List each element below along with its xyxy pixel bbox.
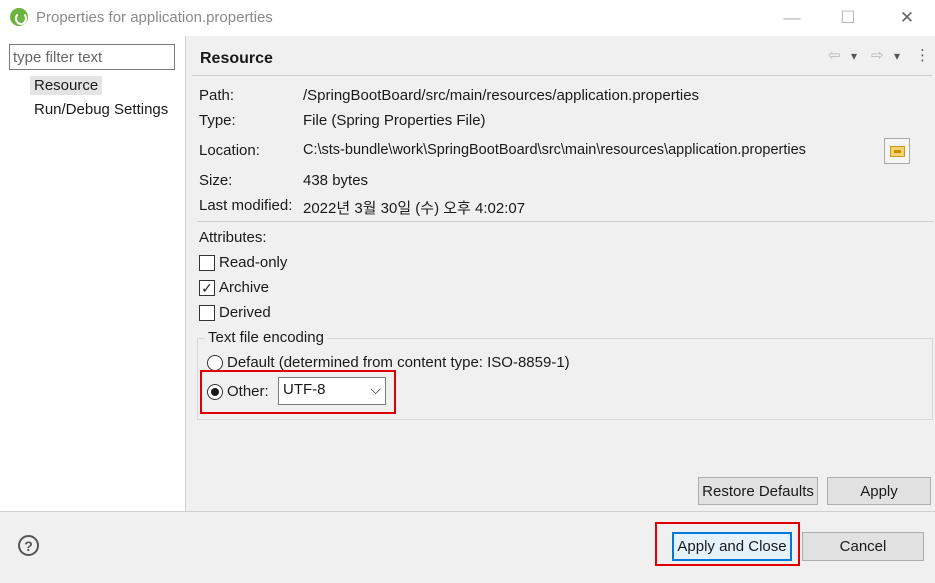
forward-menu-chevron-icon[interactable]: ▾ xyxy=(894,49,900,63)
radio-circle[interactable] xyxy=(207,354,223,371)
back-arrow-icon[interactable]: ⇦ xyxy=(828,46,841,64)
type-label: Type: xyxy=(199,112,236,129)
checkbox-box[interactable]: ✓ xyxy=(199,279,215,296)
last-modified-value: 2022년 3월 30일 (수) 오후 4:02:07 xyxy=(303,200,526,217)
view-menu-icon[interactable]: ⋮ xyxy=(915,46,930,64)
title-separator xyxy=(192,75,932,76)
default-encoding-radio[interactable]: Default (determined from content type: I… xyxy=(207,354,570,371)
derived-checkbox[interactable]: Derived xyxy=(199,304,271,321)
sidebar-item-resource[interactable]: Resource xyxy=(30,76,103,95)
window-title: Properties for application.properties xyxy=(36,9,273,26)
minimize-button[interactable]: — xyxy=(769,0,815,36)
back-menu-chevron-icon[interactable]: ▾ xyxy=(851,49,857,63)
filter-input[interactable] xyxy=(9,44,175,70)
default-encoding-label: Default (determined from content type: I… xyxy=(227,354,570,371)
attributes-label: Attributes: xyxy=(199,229,267,246)
apply-button[interactable]: Apply xyxy=(827,477,931,505)
size-value: 438 bytes xyxy=(303,172,369,189)
show-in-explorer-button[interactable] xyxy=(884,138,910,164)
spring-leaf-icon xyxy=(10,8,28,26)
read-only-checkbox[interactable]: Read-only xyxy=(199,254,287,271)
path-value: /SpringBootBoard/src/main/resources/appl… xyxy=(303,87,700,104)
derived-label: Derived xyxy=(219,304,271,321)
highlight-box-encoding xyxy=(200,370,396,414)
help-icon[interactable]: ? xyxy=(18,535,39,556)
read-only-label: Read-only xyxy=(219,254,288,271)
text-encoding-group-label: Text file encoding xyxy=(205,329,327,346)
forward-arrow-icon[interactable]: ⇨ xyxy=(871,46,884,64)
archive-checkbox[interactable]: ✓ Archive xyxy=(199,279,269,296)
type-value: File (Spring Properties File) xyxy=(303,112,486,129)
open-folder-icon xyxy=(889,145,905,157)
archive-label: Archive xyxy=(219,279,270,296)
maximize-button[interactable]: ☐ xyxy=(825,0,871,36)
checkbox-box[interactable] xyxy=(199,254,215,271)
path-label: Path: xyxy=(199,87,235,104)
location-value: C:\sts-bundle\work\SpringBootBoard\src\m… xyxy=(303,142,806,158)
close-button[interactable]: ✕ xyxy=(884,0,930,36)
attributes-separator xyxy=(197,221,933,222)
restore-defaults-button[interactable]: Restore Defaults xyxy=(698,477,818,505)
sidebar-item-run-debug-settings[interactable]: Run/Debug Settings xyxy=(30,100,172,119)
cancel-button[interactable]: Cancel xyxy=(802,532,924,561)
checkbox-box[interactable] xyxy=(199,304,215,321)
page-title: Resource xyxy=(200,50,273,67)
main-panel xyxy=(187,36,935,511)
highlight-box-apply-and-close xyxy=(655,522,800,566)
location-label: Location: xyxy=(199,142,260,159)
last-modified-label: Last modified: xyxy=(199,197,293,214)
size-label: Size: xyxy=(199,172,233,189)
